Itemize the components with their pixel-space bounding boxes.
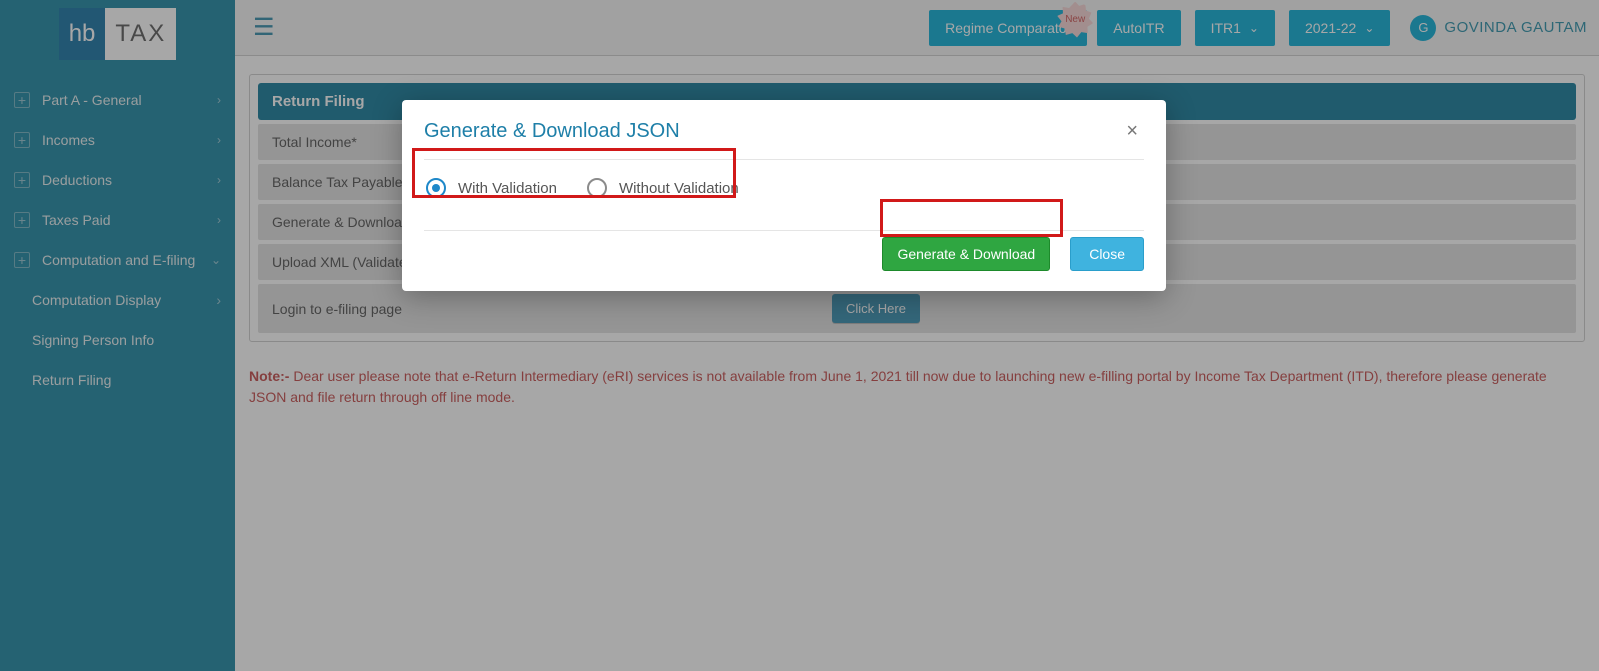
generate-json-modal: Generate & Download JSON × With Validati… [402,100,1166,291]
radio-label: With Validation [458,180,557,197]
close-button[interactable]: Close [1070,237,1144,271]
radio-without-validation[interactable]: Without Validation [587,178,739,198]
modal-title: Generate & Download JSON [424,120,680,143]
close-icon[interactable]: × [1120,118,1144,145]
radio-with-validation[interactable]: With Validation [426,178,557,198]
generate-download-button[interactable]: Generate & Download [882,237,1050,271]
radio-icon [587,178,607,198]
radio-label: Without Validation [619,180,739,197]
validation-radio-group: With Validation Without Validation [424,160,1144,216]
radio-icon [426,178,446,198]
